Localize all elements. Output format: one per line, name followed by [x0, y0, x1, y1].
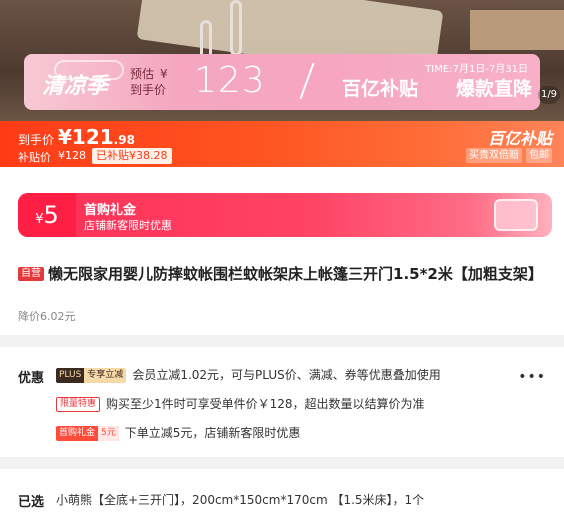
promo-banner: 清凉季 预估 ¥ 到手价 123 TIME:7月1日-7月31日 百亿补贴 爆款直… [24, 54, 540, 110]
offers-card[interactable]: 优惠 PLUS 专享立减 会员立减1.02元，可与PLUS价、满减、券等优惠叠加使用… [0, 347, 564, 457]
coupon-desc: 店铺新客限时优惠 [84, 219, 172, 232]
divider [299, 62, 315, 100]
coupon-amount: ¥5 [18, 193, 76, 237]
product-info-card: ¥5 首购礼金 店铺新客限时优惠 自营 懒无限家用婴儿防摔蚊帐围栏蚊帐架床上帐篷… [0, 167, 564, 335]
product-image-carousel[interactable]: 清凉季 预估 ¥ 到手价 123 TIME:7月1日-7月31日 百亿补贴 爆款直… [0, 0, 564, 121]
price-bar: 到手价 ¥121.98 补贴价 ¥128 已补贴¥38.28 百亿补贴 买贵双倍… [0, 121, 564, 167]
subsidy-logo: 百亿补贴 [487, 129, 552, 148]
offers-label: 优惠 [18, 371, 45, 386]
promo-subsidy: 百亿补贴 [342, 78, 419, 100]
final-price: ¥121.98 [58, 125, 135, 149]
free-shipping-tag: 包邮 [526, 148, 552, 163]
product-photo-furniture [470, 10, 564, 50]
price-drop: 降价6.02元 [18, 310, 76, 323]
limited-tag: 限量特惠 [56, 397, 101, 412]
first-purchase-coupon[interactable]: ¥5 首购礼金 店铺新客限时优惠 [18, 193, 552, 237]
plus-tag: PLUS 专享立减 [56, 368, 127, 383]
final-price-label: 到手价 [18, 133, 55, 147]
promo-price: 123 [194, 60, 266, 101]
offer-row-gift: 首购礼金 5元 下单立减5元，店铺新客限时优惠 [56, 424, 300, 442]
product-title: 懒无限家用婴儿防摔蚊帐围栏蚊帐架床上帐篷三开门1.5*2米【加粗支架】 [48, 265, 543, 283]
carousel-pager: 1/9 [538, 86, 560, 104]
subsidy-price: ¥128 [58, 149, 86, 162]
double-compensation-tag: 买贵双倍赔 [466, 148, 522, 163]
selected-label: 已选 [18, 495, 45, 510]
product-photo-strap [230, 0, 242, 56]
promo-time: TIME:7月1日-7月31日 [425, 64, 528, 75]
selected-value: 小萌熊【全底+三开门】，200cm*150cm*170cm 【1.5米床】，1个 [56, 493, 425, 507]
selected-spec-card[interactable]: 已选 小萌熊【全底+三开门】，200cm*150cm*170cm 【1.5米床】… [0, 469, 564, 520]
subsidy-amount-tag: 已补贴¥38.28 [92, 148, 172, 164]
gift-tag: 首购礼金 5元 [56, 426, 119, 441]
offer-row-limited: 限量特惠 购买至少1件时可享受单件价￥128，超出数量以结算价为准 [56, 395, 425, 413]
more-icon[interactable]: ••• [518, 369, 546, 385]
promo-hot: 爆款直降 [456, 78, 533, 100]
coupon-title: 首购礼金 [84, 203, 137, 218]
gift-box-icon [494, 199, 538, 231]
promo-season: 清凉季 [42, 74, 109, 99]
promo-estimate-label: 预估 ¥ 到手价 [130, 67, 168, 97]
subsidy-price-label: 补贴价 [18, 151, 51, 164]
offer-row-plus: PLUS 专享立减 会员立减1.02元，可与PLUS价、满减、券等优惠叠加使用 [56, 366, 441, 384]
